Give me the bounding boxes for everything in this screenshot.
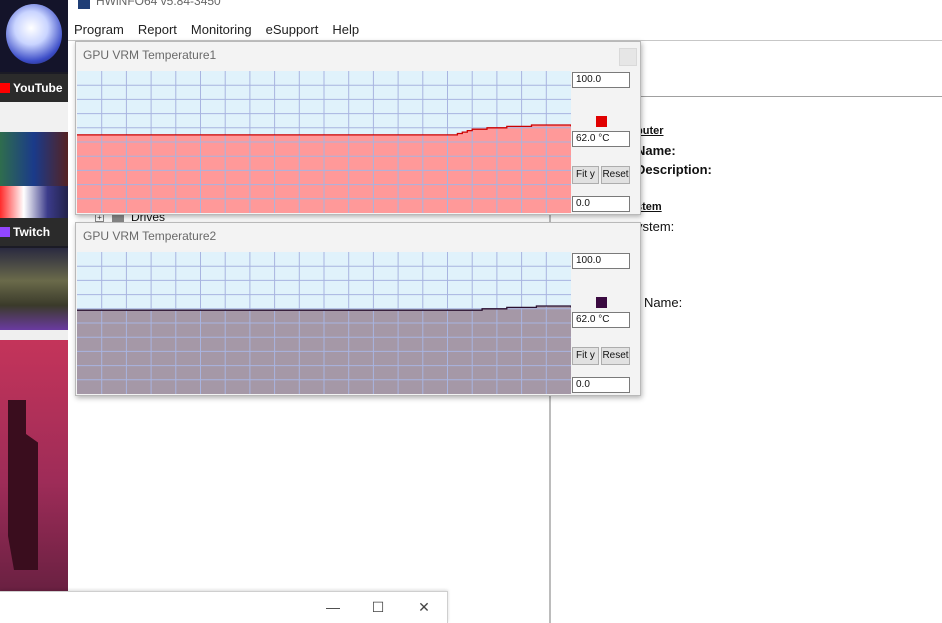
background-window[interactable]: — ☐ ✕ bbox=[0, 591, 448, 623]
youtube-tile[interactable]: YouTube bbox=[0, 74, 68, 102]
computer-name-label: Name: bbox=[636, 143, 676, 158]
fit-y-button[interactable]: Fit y bbox=[572, 347, 599, 365]
close-icon[interactable]: ✕ bbox=[415, 598, 433, 616]
min-value-field[interactable]: 0.0 bbox=[572, 377, 630, 393]
screen: YouTube Twitch HWiNFO64 v5.84-3450 Progr… bbox=[0, 0, 942, 623]
series-color-swatch[interactable] bbox=[596, 297, 607, 308]
graph-controls: 100.0 62.0 °C Fit y Reset 0.0 bbox=[572, 71, 640, 213]
close-button[interactable] bbox=[619, 48, 637, 66]
twitch-preview bbox=[0, 248, 68, 330]
computer-description-label: Description: bbox=[636, 162, 712, 177]
maximize-icon[interactable]: ☐ bbox=[369, 598, 387, 616]
max-value-field[interactable]: 100.0 bbox=[572, 253, 630, 269]
youtube-preview-row bbox=[0, 186, 68, 218]
current-value-field: 62.0 °C bbox=[572, 312, 630, 328]
minimize-icon[interactable]: — bbox=[324, 598, 342, 616]
operating-system-label: ystem: bbox=[636, 219, 675, 234]
menu-esupport[interactable]: eSupport bbox=[266, 20, 319, 40]
twitch-icon bbox=[0, 227, 10, 237]
min-value-field[interactable]: 0.0 bbox=[572, 196, 630, 212]
menu-program[interactable]: Program bbox=[74, 20, 124, 40]
menu-help[interactable]: Help bbox=[332, 20, 359, 40]
series-color-swatch[interactable] bbox=[596, 116, 607, 127]
graph-title: GPU VRM Temperature1 bbox=[83, 48, 217, 62]
graph-title: GPU VRM Temperature2 bbox=[83, 229, 217, 243]
reset-button[interactable]: Reset bbox=[601, 347, 630, 365]
user-name-label: r Name: bbox=[636, 295, 683, 310]
menu-report[interactable]: Report bbox=[138, 20, 177, 40]
reset-button[interactable]: Reset bbox=[601, 166, 630, 184]
window-title: HWiNFO64 v5.84-3450 bbox=[96, 0, 221, 8]
youtube-icon bbox=[0, 83, 10, 93]
desktop-background: YouTube Twitch bbox=[0, 0, 68, 623]
twitch-tile[interactable]: Twitch bbox=[0, 218, 68, 246]
temperature-graph bbox=[77, 71, 571, 213]
current-value-field: 62.0 °C bbox=[572, 131, 630, 147]
graph-window-vrm-temp1[interactable]: GPU VRM Temperature1 100.0 62.0 °C Fit y… bbox=[75, 41, 641, 215]
twitch-label: Twitch bbox=[13, 225, 51, 239]
graph-controls: 100.0 62.0 °C Fit y Reset 0.0 bbox=[572, 252, 640, 394]
max-value-field[interactable]: 100.0 bbox=[572, 72, 630, 88]
graph-window-vrm-temp2[interactable]: GPU VRM Temperature2 100.0 62.0 °C Fit y… bbox=[75, 222, 641, 396]
temperature-graph bbox=[77, 252, 571, 394]
wallpaper-art bbox=[0, 340, 68, 623]
youtube-preview-thumbs bbox=[0, 132, 68, 186]
youtube-label: YouTube bbox=[13, 81, 63, 95]
menu-monitoring[interactable]: Monitoring bbox=[191, 20, 252, 40]
title-bar: HWiNFO64 v5.84-3450 bbox=[68, 0, 942, 14]
menu-bar: Program Report Monitoring eSupport Help bbox=[68, 20, 942, 40]
hwinfo-app-icon bbox=[78, 0, 90, 9]
youtube-preview-header bbox=[0, 102, 68, 132]
fit-y-button[interactable]: Fit y bbox=[572, 166, 599, 184]
rocket-logo-icon bbox=[0, 0, 68, 72]
